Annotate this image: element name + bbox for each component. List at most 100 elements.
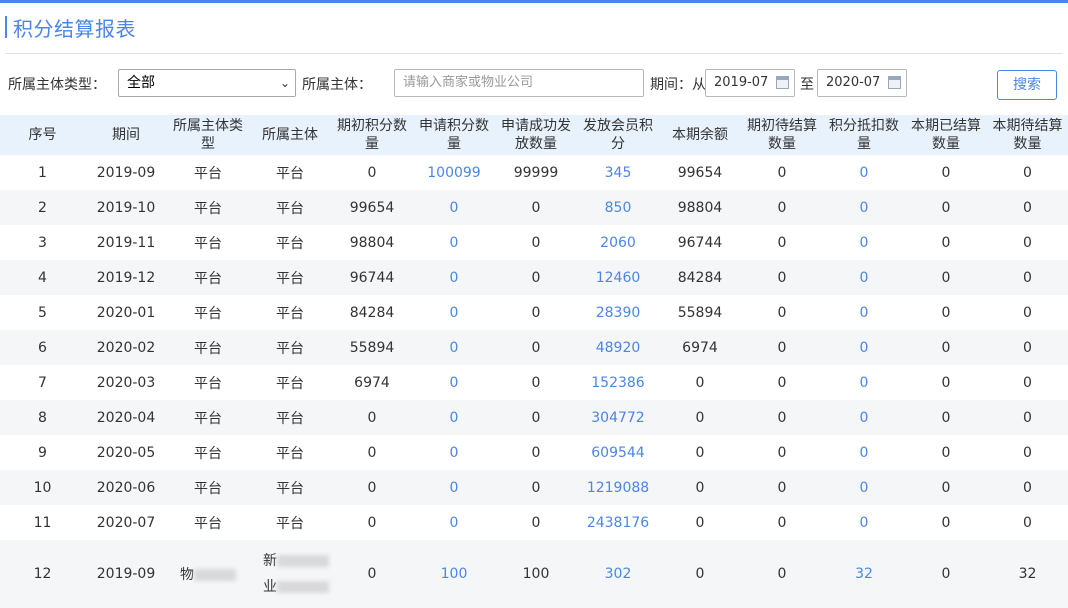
cell-link[interactable]: 1219088: [587, 480, 649, 496]
table-row: 5 2020-01 平台 平台 84284 0 0 28390 55894 0 0 0 0: [0, 295, 1068, 330]
cell-link[interactable]: 0: [450, 305, 459, 321]
cell-link[interactable]: 0: [450, 375, 459, 391]
table-cell: 84284: [349, 304, 395, 321]
cell-link[interactable]: 0: [860, 165, 869, 181]
cell-link[interactable]: 609544: [591, 445, 644, 461]
cell-link[interactable]: 2438176: [587, 515, 649, 531]
cell-link[interactable]: 0: [450, 480, 459, 496]
table-row: 12 2019-09 物新业 0 100 100 302 0 0 32 0 32: [0, 540, 1068, 608]
table-cell: 0: [941, 374, 951, 391]
table-cell: 平台: [276, 305, 304, 322]
table-cell: 0: [987, 190, 1068, 225]
table-cell: 6: [0, 330, 85, 365]
cell-link[interactable]: 12460: [596, 270, 641, 286]
cell-link[interactable]: 302: [605, 566, 632, 582]
entity-label: 所属主体：: [302, 77, 372, 93]
table-cell: 0: [659, 540, 741, 608]
table-cell: 平台: [167, 260, 249, 295]
cell-link[interactable]: 0: [860, 200, 869, 216]
cell-link[interactable]: 48920: [596, 340, 641, 356]
table-cell: 4: [0, 260, 85, 295]
cell-link[interactable]: 345: [605, 165, 632, 181]
calendar-icon[interactable]: [776, 76, 789, 89]
table-row: 6 2020-02 平台 平台 55894 0 0 48920 6974 0 0 0 0: [0, 330, 1068, 365]
table-cell: 0: [413, 400, 495, 435]
table-cell: 平台: [194, 305, 222, 322]
table-cell: 99654: [331, 190, 413, 225]
period-to-value: 2020-07: [826, 75, 881, 90]
cell-link[interactable]: 0: [450, 270, 459, 286]
table-cell: 99999: [513, 164, 559, 181]
cell-link[interactable]: 0: [860, 375, 869, 391]
cell-link[interactable]: 0: [860, 235, 869, 251]
cell-link[interactable]: 28390: [596, 305, 641, 321]
table-cell: 0: [659, 400, 741, 435]
table-cell: 平台: [276, 375, 304, 392]
table-cell: 96744: [677, 234, 723, 251]
table-cell: 0: [495, 400, 577, 435]
cell-link[interactable]: 0: [860, 340, 869, 356]
table-cell: 2: [0, 190, 85, 225]
table-cell: 平台: [276, 515, 304, 532]
table-cell: 850: [577, 190, 659, 225]
table-cell: 2019-09: [96, 164, 156, 181]
table-cell: 609544: [577, 435, 659, 470]
table-cell: 0: [413, 435, 495, 470]
table-cell: 152386: [577, 365, 659, 400]
column-header: 所属主体类型: [167, 115, 249, 155]
cell-link[interactable]: 0: [860, 445, 869, 461]
cell-link[interactable]: 0: [450, 410, 459, 426]
table-cell: 32: [823, 540, 905, 608]
table-cell: 0: [777, 444, 787, 461]
cell-link[interactable]: 0: [860, 410, 869, 426]
period-from-input[interactable]: 2019-07: [705, 69, 795, 97]
table-cell: 32: [987, 540, 1068, 608]
entity-type-value: 全部: [127, 75, 155, 91]
table-cell: 84284: [659, 260, 741, 295]
table-cell: 0: [823, 330, 905, 365]
table-row: 9 2020-05 平台 平台 0 0 0 609544 0 0 0 0 0: [0, 435, 1068, 470]
table-cell: 0: [777, 304, 787, 321]
cell-link[interactable]: 152386: [591, 375, 644, 391]
cell-link[interactable]: 100099: [427, 165, 480, 181]
table-cell: 平台: [194, 235, 222, 252]
cell-text: 业: [263, 579, 277, 595]
table-cell: 2020-07: [96, 514, 156, 531]
table-cell: 0: [1023, 444, 1032, 461]
cell-link[interactable]: 0: [860, 480, 869, 496]
table-cell: 0: [823, 260, 905, 295]
cell-link[interactable]: 0: [450, 445, 459, 461]
table-cell: 0: [413, 190, 495, 225]
cell-link[interactable]: 850: [605, 200, 632, 216]
column-header: 所属主体: [249, 115, 331, 155]
period-to-input[interactable]: 2020-07: [817, 69, 907, 97]
entity-type-select[interactable]: 全部 ⌄: [118, 69, 296, 97]
table-cell: 0: [331, 400, 413, 435]
cell-link[interactable]: 304772: [591, 410, 644, 426]
table-cell: 平台: [276, 445, 304, 462]
cell-link[interactable]: 0: [450, 340, 459, 356]
table-cell: 0: [741, 540, 823, 608]
table-cell: 6974: [659, 330, 741, 365]
cell-link[interactable]: 0: [860, 515, 869, 531]
entity-search-input[interactable]: 请输入商家或物业公司: [394, 69, 644, 97]
cell-link[interactable]: 0: [450, 200, 459, 216]
table-row: 2 2019-10 平台 平台 99654 0 0 850 98804 0 0 0 0: [0, 190, 1068, 225]
header-divider: [5, 53, 1063, 54]
table-cell: 0: [1023, 234, 1032, 251]
cell-link[interactable]: 0: [860, 305, 869, 321]
cell-link[interactable]: 2060: [600, 235, 636, 251]
cell-link[interactable]: 32: [855, 566, 873, 582]
calendar-icon[interactable]: [888, 76, 901, 89]
table-cell: 0: [741, 190, 823, 225]
search-button[interactable]: 搜索: [997, 70, 1057, 100]
cell-link[interactable]: 100: [441, 566, 468, 582]
settlement-table: 序号 期间 所属主体类型 所属主体 期初积分数量 申请积分数量 申请成功发放数量 发放会员积分…: [0, 115, 1068, 608]
cell-link[interactable]: 0: [450, 515, 459, 531]
table-row: 1 2019-09 平台 平台 0 100099 99999 345 99654 0 0 0 0: [0, 155, 1068, 190]
cell-link[interactable]: 0: [860, 270, 869, 286]
table-cell: 平台: [276, 235, 304, 252]
cell-link[interactable]: 0: [450, 235, 459, 251]
table-cell: 28390: [577, 295, 659, 330]
table-cell: 7: [38, 374, 47, 391]
